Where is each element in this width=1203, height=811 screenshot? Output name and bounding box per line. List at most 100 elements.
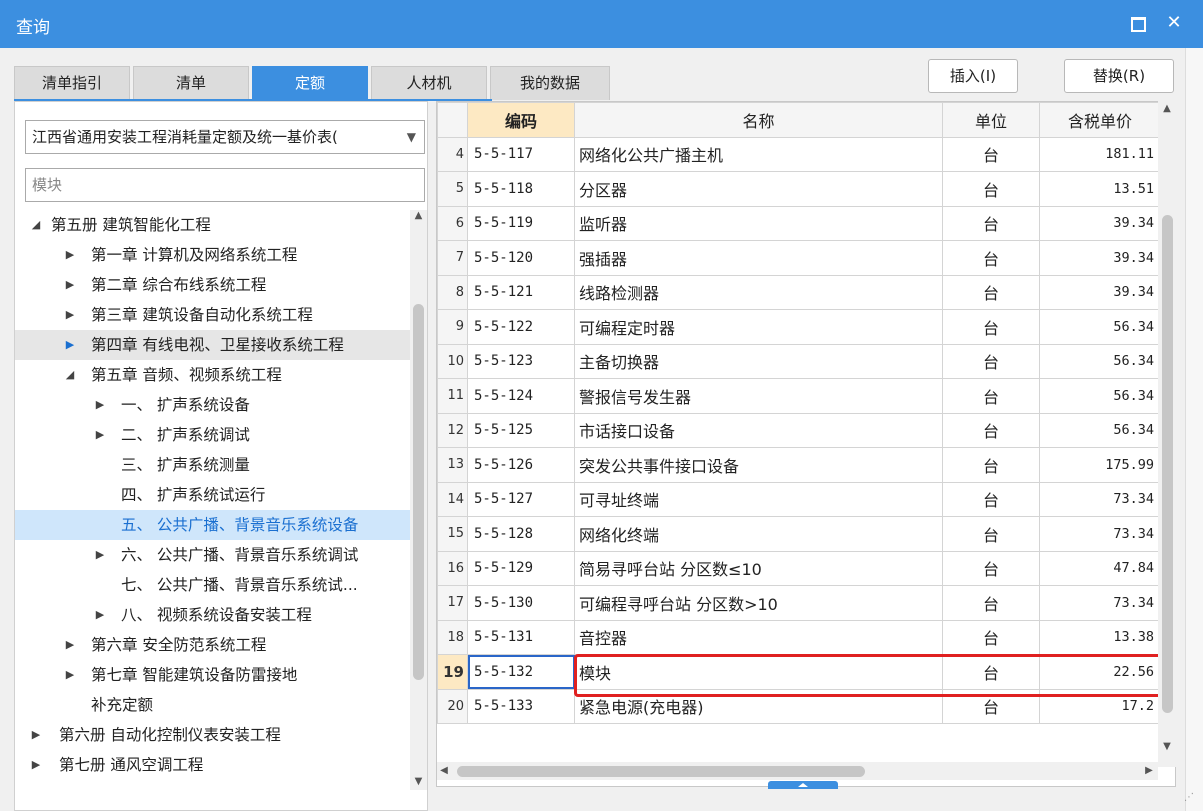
scroll-down-icon[interactable]: ▼	[410, 776, 427, 787]
name-cell[interactable]: 网络化终端	[574, 516, 943, 552]
unit-cell[interactable]: 台	[942, 240, 1040, 276]
collapsed-arrow-icon[interactable]: ▶	[93, 390, 107, 420]
code-cell[interactable]: 5-5-119	[467, 205, 575, 241]
row-number-cell[interactable]: 18	[437, 619, 468, 655]
tab-list-guide[interactable]: 清单指引	[14, 66, 130, 100]
price-cell[interactable]: 13.51	[1039, 171, 1161, 207]
collapsed-arrow-icon[interactable]: ▶	[93, 540, 107, 570]
row-number-cell[interactable]: 14	[437, 481, 468, 517]
code-cell[interactable]: 5-5-131	[467, 619, 575, 655]
table-row[interactable]: 9 5-5-122 可编程定时器台 56.34	[437, 309, 1161, 345]
table-vertical-scrollbar[interactable]: ▲ ▼	[1158, 101, 1176, 767]
collapse-panel-handle[interactable]	[768, 781, 838, 789]
code-cell[interactable]: 5-5-129	[467, 550, 575, 586]
name-cell[interactable]: 分区器	[574, 171, 943, 207]
tree-node[interactable]: ▶ 二、 扩声系统调试	[15, 420, 410, 450]
code-column-header[interactable]: 编码	[467, 102, 575, 138]
unit-cell[interactable]: 台	[942, 274, 1040, 310]
tree-node[interactable]: ▶ 一、 扩声系统设备	[15, 390, 410, 420]
name-cell[interactable]: 监听器	[574, 205, 943, 241]
tree-node[interactable]: ▶ 第一章 计算机及网络系统工程	[15, 240, 410, 270]
name-column-header[interactable]: 名称	[574, 102, 943, 138]
tree-node[interactable]: 补充定额	[15, 690, 410, 720]
replace-button[interactable]: 替换(R)	[1064, 59, 1174, 93]
collapsed-arrow-icon[interactable]: ▶	[93, 600, 107, 630]
code-cell[interactable]: 5-5-127	[467, 481, 575, 517]
unit-cell[interactable]: 台	[942, 412, 1040, 448]
tree-node[interactable]: 四、 扩声系统试运行	[15, 480, 410, 510]
tree-node[interactable]: ▶ 第七章 智能建筑设备防雷接地	[15, 660, 410, 690]
price-cell[interactable]: 13.38	[1039, 619, 1161, 655]
row-number-cell[interactable]: 17	[437, 585, 468, 621]
table-row[interactable]: 7 5-5-120 强插器台 39.34	[437, 240, 1161, 276]
unit-cell[interactable]: 台	[942, 343, 1040, 379]
table-row[interactable]: 11 5-5-124 警报信号发生器台 56.34	[437, 378, 1161, 414]
scroll-up-icon[interactable]: ▲	[410, 210, 427, 221]
row-number-cell[interactable]: 12	[437, 412, 468, 448]
collapsed-arrow-icon[interactable]: ▶	[29, 750, 43, 780]
row-number-cell[interactable]: 6	[437, 205, 468, 241]
table-row[interactable]: 6 5-5-119 监听器台 39.34	[437, 205, 1161, 241]
unit-cell[interactable]: 台	[942, 378, 1040, 414]
collapsed-arrow-icon[interactable]: ▶	[63, 330, 77, 360]
scroll-left-icon[interactable]: ◀	[437, 762, 451, 780]
code-cell[interactable]: 5-5-122	[467, 309, 575, 345]
name-cell[interactable]: 简易寻呼台站 分区数≤10	[574, 550, 943, 586]
name-cell[interactable]: 主备切换器	[574, 343, 943, 379]
unit-cell[interactable]: 台	[942, 447, 1040, 483]
collapsed-arrow-icon[interactable]: ▶	[29, 720, 43, 750]
code-cell[interactable]: 5-5-133	[467, 688, 575, 724]
close-icon[interactable]: ✕	[1163, 12, 1185, 34]
tree-node[interactable]: ▶ 第三章 建筑设备自动化系统工程	[15, 300, 410, 330]
unit-cell[interactable]: 台	[942, 619, 1040, 655]
unit-cell[interactable]: 台	[942, 585, 1040, 621]
unit-cell[interactable]: 台	[942, 309, 1040, 345]
price-cell[interactable]: 39.34	[1039, 240, 1161, 276]
price-cell[interactable]: 56.34	[1039, 412, 1161, 448]
table-row[interactable]: 15 5-5-128 网络化终端台 73.34	[437, 516, 1161, 552]
code-cell[interactable]: 5-5-130	[467, 585, 575, 621]
row-number-cell[interactable]: 11	[437, 378, 468, 414]
quota-library-select[interactable]: 江西省通用安装工程消耗量定额及统一基价表( ▼	[25, 120, 425, 154]
code-cell[interactable]: 5-5-132	[467, 654, 575, 690]
code-cell[interactable]: 5-5-121	[467, 274, 575, 310]
name-cell[interactable]: 警报信号发生器	[574, 378, 943, 414]
code-cell[interactable]: 5-5-126	[467, 447, 575, 483]
price-cell[interactable]: 56.34	[1039, 378, 1161, 414]
collapsed-arrow-icon[interactable]: ▶	[63, 270, 77, 300]
row-number-cell[interactable]: 16	[437, 550, 468, 586]
table-row[interactable]: 10 5-5-123 主备切换器台 56.34	[437, 343, 1161, 379]
insert-button[interactable]: 插入(I)	[928, 59, 1018, 93]
table-row[interactable]: 17 5-5-130 可编程寻呼台站 分区数>10 台 73.34	[437, 585, 1161, 621]
unit-cell[interactable]: 台	[942, 205, 1040, 241]
name-cell[interactable]: 可编程定时器	[574, 309, 943, 345]
price-cell[interactable]: 56.34	[1039, 343, 1161, 379]
price-cell[interactable]: 56.34	[1039, 309, 1161, 345]
tab-my-data[interactable]: 我的数据	[490, 66, 610, 100]
search-input[interactable]	[25, 168, 425, 202]
unit-cell[interactable]: 台	[942, 171, 1040, 207]
row-number-cell[interactable]: 7	[437, 240, 468, 276]
price-cell[interactable]: 73.34	[1039, 585, 1161, 621]
name-cell[interactable]: 突发公共事件接口设备	[574, 447, 943, 483]
tree-node[interactable]: ▶ 第七册 通风空调工程	[15, 750, 410, 780]
tab-quota[interactable]: 定额	[252, 66, 368, 100]
price-cell[interactable]: 73.34	[1039, 481, 1161, 517]
tree-node-selected[interactable]: 五、 公共广播、背景音乐系统设备	[15, 510, 410, 540]
code-cell[interactable]: 5-5-124	[467, 378, 575, 414]
row-number-cell[interactable]: 13	[437, 447, 468, 483]
table-horizontal-scrollbar[interactable]: ◀ ▶	[437, 762, 1158, 780]
maximize-icon[interactable]	[1126, 12, 1148, 34]
tree-scroll-thumb[interactable]	[413, 304, 424, 680]
row-number-cell[interactable]: 15	[437, 516, 468, 552]
name-cell[interactable]: 网络化公共广播主机	[574, 136, 943, 172]
unit-cell[interactable]: 台	[942, 136, 1040, 172]
row-number-cell[interactable]: 4	[437, 136, 468, 172]
scroll-down-icon[interactable]: ▼	[1158, 741, 1176, 752]
tree-node[interactable]: 七、 公共广播、背景音乐系统试...	[15, 570, 410, 600]
collapsed-arrow-icon[interactable]: ▶	[63, 300, 77, 330]
code-cell[interactable]: 5-5-123	[467, 343, 575, 379]
expanded-arrow-icon[interactable]: ◢	[63, 360, 77, 390]
resize-grip-icon[interactable]: ⋰	[1184, 792, 1198, 806]
row-number-cell[interactable]: 9	[437, 309, 468, 345]
